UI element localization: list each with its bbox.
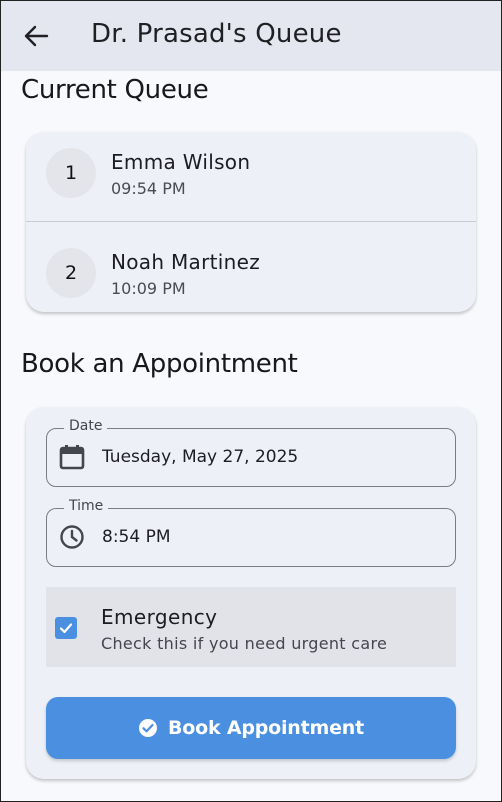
book-appointment-label: Book Appointment xyxy=(167,717,364,739)
queue-item[interactable]: 1 Emma Wilson 09:54 PM xyxy=(26,132,476,222)
patient-name: Noah Martinez xyxy=(111,250,260,274)
time-field[interactable]: Time 8:54 PM xyxy=(46,498,456,567)
book-appointment-button[interactable]: Book Appointment xyxy=(46,697,456,759)
calendar-icon xyxy=(59,445,85,470)
queue-section-title: Current Queue xyxy=(21,75,209,105)
time-value: 8:54 PM xyxy=(102,527,171,547)
time-field-label: Time xyxy=(64,498,109,514)
queue-number-badge: 2 xyxy=(46,248,96,298)
checkmark-icon xyxy=(59,623,73,634)
date-field-label: Date xyxy=(64,418,108,434)
patient-name: Emma Wilson xyxy=(111,150,251,174)
check-circle-icon xyxy=(138,719,157,737)
queue-number-badge: 1 xyxy=(46,148,96,198)
back-button[interactable] xyxy=(19,21,53,51)
appointment-time: 09:54 PM xyxy=(111,179,186,198)
app-screen: Dr. Prasad's Queue Current Queue 1 Emma … xyxy=(0,0,502,802)
clock-icon xyxy=(60,525,84,549)
app-bar: Dr. Prasad's Queue xyxy=(1,1,501,71)
arrow-left-icon xyxy=(24,25,49,47)
emergency-title: Emergency xyxy=(101,605,218,629)
emergency-option[interactable]: Emergency Check this if you need urgent … xyxy=(46,587,456,667)
queue-item[interactable]: 2 Noah Martinez 10:09 PM xyxy=(26,222,476,312)
booking-section-title: Book an Appointment xyxy=(21,349,298,379)
queue-card: 1 Emma Wilson 09:54 PM 2 Noah Martinez 1… xyxy=(26,132,476,312)
date-value: Tuesday, May 27, 2025 xyxy=(102,447,299,467)
date-field[interactable]: Date Tuesday, May 27, 2025 xyxy=(46,418,456,487)
booking-card: Date Tuesday, May 27, 2025 Time 8:54 PM xyxy=(26,407,476,779)
emergency-subtitle: Check this if you need urgent care xyxy=(101,634,388,653)
page-title: Dr. Prasad's Queue xyxy=(91,19,342,49)
appointment-time: 10:09 PM xyxy=(111,279,186,298)
emergency-checkbox[interactable] xyxy=(55,617,77,639)
